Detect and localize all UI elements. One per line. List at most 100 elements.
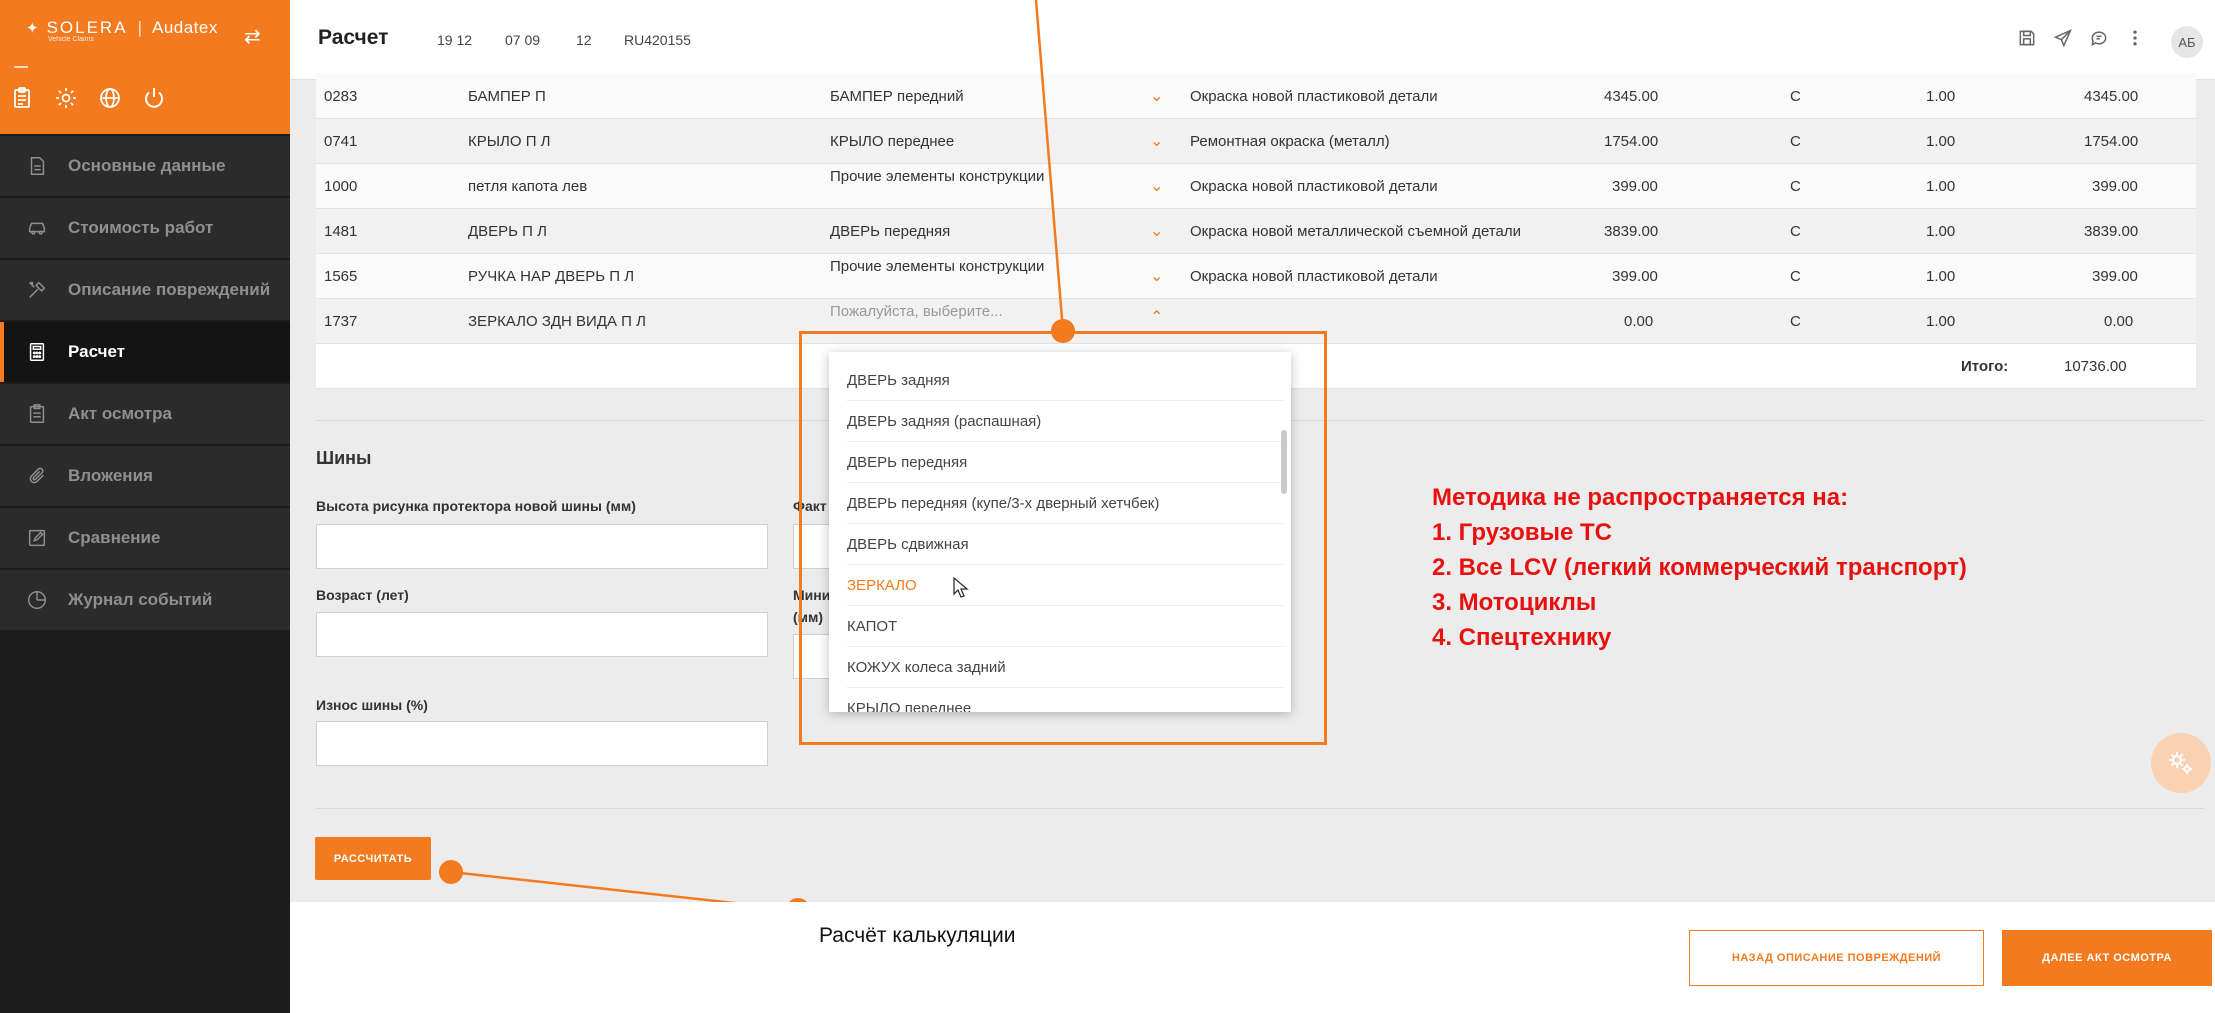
cell-sum: 1754.00	[2084, 133, 2139, 150]
annotation-line: Методика не распространяется на:	[1432, 484, 1849, 511]
chevron-down-icon[interactable]: ⌄	[1150, 131, 1163, 151]
cell-code: 1481	[324, 223, 358, 240]
part-select[interactable]: БАМПЕР передний	[830, 88, 964, 105]
chevron-down-icon[interactable]: ⌄	[1150, 221, 1163, 241]
cell-category: C	[1790, 133, 1801, 150]
annotation-line: 3. Мотоциклы	[1432, 589, 1597, 616]
callout-dot-button	[439, 860, 463, 884]
dropdown-option-selected[interactable]: ЗЕРКАЛО	[847, 565, 1283, 606]
tread-new-input[interactable]	[316, 524, 768, 569]
clipboard-icon[interactable]	[10, 86, 34, 110]
table-row: 0283 БАМПЕР П БАМПЕР передний ⌄ Окраска …	[316, 74, 2196, 119]
dropdown-option[interactable]: ДВЕРЬ сдвижная	[847, 524, 1283, 565]
section-title: Шины	[316, 448, 372, 468]
cell-name: БАМПЕР П	[468, 88, 546, 105]
cell-name: КРЫЛО П Л	[468, 133, 551, 150]
car-icon	[26, 217, 48, 239]
sidebar-item-comparison[interactable]: Сравнение	[0, 508, 290, 568]
cell-name: ДВЕРЬ П Л	[468, 223, 547, 240]
wear-label: Износ шины (%)	[316, 697, 428, 713]
next-button[interactable]: ДАЛЕЕ АКТ ОСМОТРА	[2002, 930, 2212, 986]
cell-category: C	[1790, 178, 1801, 195]
save-icon[interactable]	[2017, 28, 2037, 53]
dropdown-option[interactable]: ДВЕРЬ передняя	[847, 442, 1283, 483]
header-actions	[2017, 28, 2145, 53]
cell-price: 399.00	[1612, 268, 1658, 285]
brand-tools	[10, 86, 166, 110]
send-icon[interactable]	[2053, 28, 2073, 53]
cell-sum: 399.00	[2092, 268, 2138, 285]
cell-name: РУЧКА НАР ДВЕРЬ П Л	[468, 268, 635, 285]
chevron-up-icon[interactable]: ⌃	[1150, 307, 1163, 327]
avatar[interactable]: АБ	[2171, 26, 2203, 58]
cell-sum: 0.00	[2104, 313, 2134, 330]
sidebar-item-main-data[interactable]: Основные данные	[0, 136, 290, 196]
annotation-line: 2. Все LCV (легкий коммерческий транспор…	[1432, 554, 1967, 581]
more-vertical-icon[interactable]	[2125, 28, 2145, 53]
cell-work: Окраска новой пластиковой детали	[1190, 88, 1438, 105]
table-row: 0741 КРЫЛО П Л КРЫЛО переднее ⌄ Ремонтна…	[316, 119, 2196, 164]
cell-work: Окраска новой металлической съемной дета…	[1190, 223, 1521, 240]
table-row: 1565 РУЧКА НАР ДВЕРЬ П Л Прочие элементы…	[316, 254, 2196, 299]
callout-label: Расчёт калькуляции	[819, 924, 1016, 947]
dropdown-option[interactable]: КАПОТ	[847, 606, 1283, 647]
back-button[interactable]: НАЗАД ОПИСАНИЕ ПОВРЕЖДЕНИЙ	[1689, 930, 1984, 986]
dropdown-option[interactable]: ДВЕРЬ передняя (купе/3-х дверный хетчбек…	[847, 483, 1283, 524]
cell-category: C	[1790, 223, 1801, 240]
sidebar-item-attachments[interactable]: Вложения	[0, 446, 290, 506]
calculator-icon	[26, 341, 48, 363]
power-icon[interactable]	[142, 86, 166, 110]
cell-code: 0741	[324, 133, 358, 150]
cell-code: 1000	[324, 178, 358, 195]
part-select[interactable]: Прочие элементы конструкции	[830, 168, 1044, 185]
sidebar: ✦ SOLERA | Audatex Vehicle Claims ⇄ Осно…	[0, 0, 290, 1013]
part-select[interactable]: КРЫЛО переднее	[830, 133, 954, 150]
chevron-down-icon[interactable]: ⌄	[1150, 176, 1163, 196]
cell-code: 1737	[324, 313, 358, 330]
logo: ✦ SOLERA | Audatex	[26, 18, 218, 38]
cell-sum: 399.00	[2092, 178, 2138, 195]
gear-icon[interactable]	[54, 86, 78, 110]
sidebar-item-damage-description[interactable]: Описание повреждений	[0, 260, 290, 320]
part-select[interactable]: ДВЕРЬ передняя	[830, 223, 950, 240]
sidebar-nav: Основные данные Стоимость работ Описание…	[0, 136, 290, 632]
chevron-down-icon[interactable]: ⌄	[1150, 266, 1163, 286]
wear-input[interactable]	[316, 721, 768, 766]
sidebar-item-calculation[interactable]: Расчет	[0, 322, 290, 382]
dropdown-scrollbar[interactable]	[1281, 430, 1287, 494]
logo-separator: |	[137, 18, 142, 37]
cell-qty: 1.00	[1926, 88, 1956, 105]
document-icon	[26, 155, 48, 177]
chat-icon[interactable]	[2089, 28, 2109, 53]
age-input[interactable]	[316, 612, 768, 657]
cell-work: Окраска новой пластиковой детали	[1190, 178, 1438, 195]
settings-fab[interactable]	[2151, 733, 2211, 793]
dropdown-option[interactable]: ДВЕРЬ задняя	[847, 360, 1283, 401]
dropdown-option[interactable]: КОЖУХ колеса задний	[847, 647, 1283, 688]
dropdown-option[interactable]: КРЫЛО переднее	[847, 688, 1283, 713]
chevron-down-icon[interactable]: ⌄	[1150, 86, 1163, 106]
cell-name: ЗЕРКАЛО ЗДН ВИДА П Л	[468, 313, 646, 330]
part-dropdown-list[interactable]: ДВЕРЬ задняя ДВЕРЬ задняя (распашная) ДВ…	[829, 352, 1291, 712]
globe-icon[interactable]	[98, 86, 122, 110]
sidebar-item-event-log[interactable]: Журнал событий	[0, 570, 290, 630]
cell-price: 1754.00	[1604, 133, 1659, 150]
sidebar-item-labor-cost[interactable]: Стоимость работ	[0, 198, 290, 258]
cell-price: 3839.00	[1604, 223, 1659, 240]
sidebar-item-inspection-act[interactable]: Акт осмотра	[0, 384, 290, 444]
header: Расчет 19 12 07 09 12 RU420155 АБ	[290, 0, 2215, 80]
calculate-button[interactable]: РАССЧИТАТЬ	[315, 837, 431, 880]
logo-tagline: Vehicle Claims	[48, 36, 94, 43]
dropdown-top-padding	[829, 352, 1291, 360]
sidebar-item-label: Расчет	[68, 342, 126, 361]
switch-icon[interactable]: ⇄	[244, 24, 261, 49]
dropdown-option[interactable]: ДВЕРЬ задняя (распашная)	[847, 401, 1283, 442]
part-select[interactable]: Пожалуйста, выберите...	[830, 303, 1003, 320]
header-meta: 12	[576, 32, 592, 48]
sidebar-item-label: Описание повреждений	[68, 280, 271, 299]
page-title: Расчет	[318, 26, 389, 49]
part-select[interactable]: Прочие элементы конструкции	[830, 258, 1044, 275]
cell-qty: 1.00	[1926, 268, 1956, 285]
table-row: 1481 ДВЕРЬ П Л ДВЕРЬ передняя ⌄ Окраска …	[316, 209, 2196, 254]
cell-price: 0.00	[1624, 313, 1654, 330]
